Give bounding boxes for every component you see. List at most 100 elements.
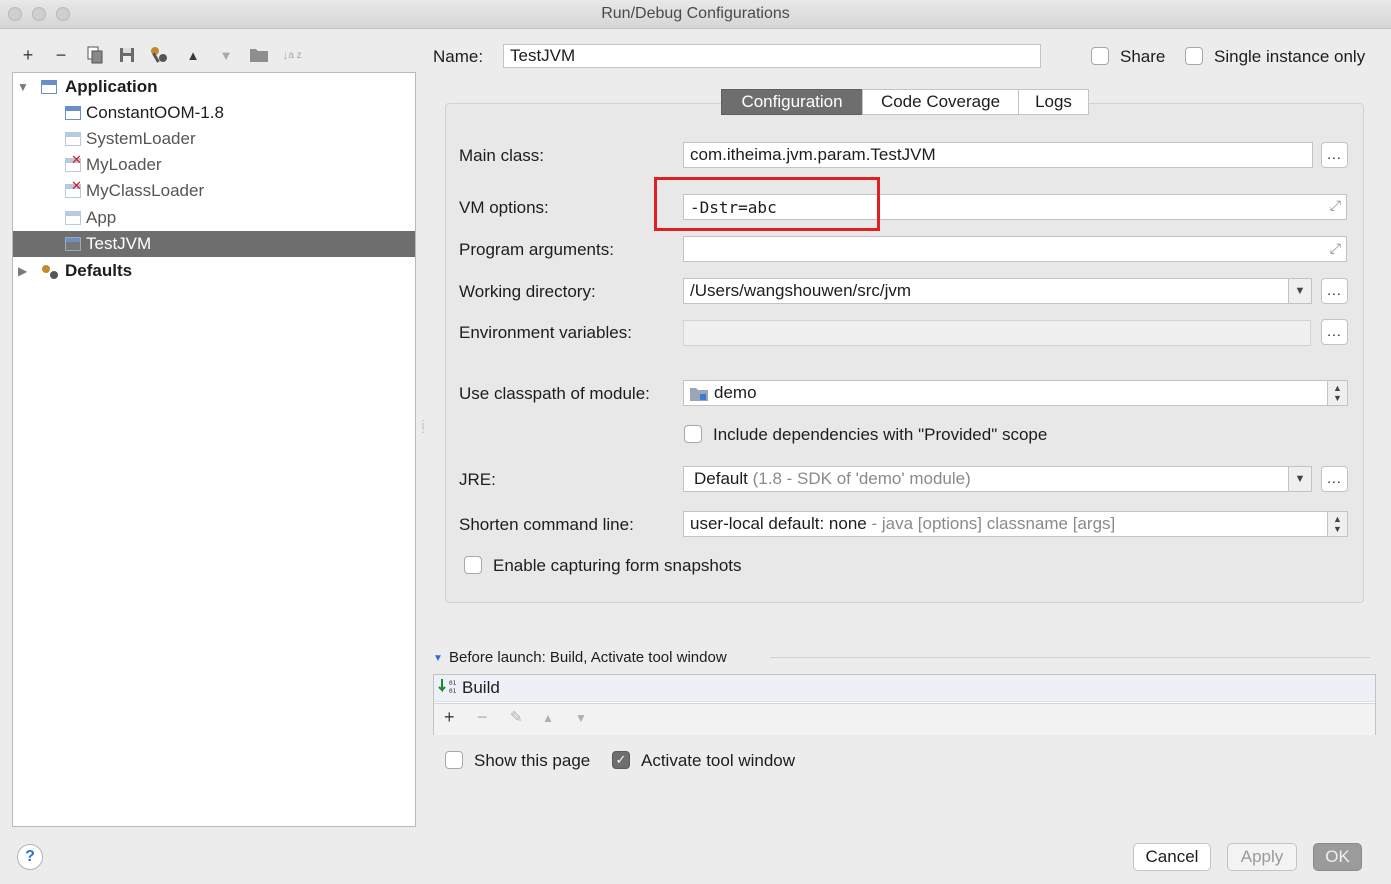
tab-code-coverage[interactable]: Code Coverage xyxy=(862,89,1019,115)
working-directory-label: Working directory: xyxy=(459,282,596,301)
chevron-down-icon[interactable]: ▼ xyxy=(1288,467,1311,491)
list-item[interactable]: 01 01 Build xyxy=(434,675,1375,702)
collapse-arrow-icon[interactable]: ▶ xyxy=(18,264,27,278)
enable-snapshots-checkbox[interactable] xyxy=(464,556,482,574)
error-x-icon: ✕ xyxy=(71,152,82,167)
separator xyxy=(770,657,1370,658)
application-folder-icon xyxy=(41,80,57,94)
chevron-down-icon[interactable]: ▼ xyxy=(1288,279,1311,303)
remove-configuration-button[interactable]: − xyxy=(50,44,72,66)
move-down-button[interactable]: ▼ xyxy=(215,44,237,66)
include-provided-checkbox[interactable] xyxy=(684,425,702,443)
move-task-down-button[interactable]: ▼ xyxy=(575,711,587,725)
single-instance-checkbox[interactable] xyxy=(1185,47,1203,65)
wrench-icon[interactable] xyxy=(148,44,170,66)
select-arrows-icon[interactable]: ▲ ▼ xyxy=(1327,512,1347,536)
wrench-icon xyxy=(40,263,58,279)
application-config-icon xyxy=(65,106,81,120)
move-task-up-button[interactable]: ▲ xyxy=(542,711,554,725)
jre-browse-button[interactable]: ... xyxy=(1321,466,1348,492)
apply-button[interactable]: Apply xyxy=(1227,843,1297,871)
environment-variables-edit-button[interactable]: ... xyxy=(1321,319,1348,345)
copy-configuration-icon[interactable] xyxy=(84,44,106,66)
vm-options-label: VM options: xyxy=(459,198,549,217)
expand-icon[interactable]: ⤢ xyxy=(1330,198,1341,214)
jre-value: Default xyxy=(694,469,748,488)
activate-tool-window-label: Activate tool window xyxy=(641,751,796,770)
configuration-tree[interactable]: ▼ Application ConstantOOM-1.8 SystemLoad… xyxy=(12,72,416,827)
tree-node-label: MyLoader xyxy=(86,155,162,174)
shorten-command-line-label: Shorten command line: xyxy=(459,515,634,534)
environment-variables-input[interactable] xyxy=(683,320,1311,346)
share-checkbox[interactable] xyxy=(1091,47,1109,65)
sort-icon[interactable]: ↓ a z xyxy=(281,44,303,66)
window-title: Run/Debug Configurations xyxy=(601,5,790,22)
before-launch-item-label: Build xyxy=(462,678,500,697)
title-bar: Run/Debug Configurations xyxy=(0,0,1391,29)
tree-node-testjvm[interactable]: TestJVM xyxy=(13,231,415,257)
tree-node-application[interactable]: ▼ Application xyxy=(13,74,415,100)
tree-node-app[interactable]: App xyxy=(13,205,415,231)
environment-variables-label: Environment variables: xyxy=(459,323,632,342)
show-this-page-checkbox[interactable] xyxy=(445,751,463,769)
before-launch-list[interactable]: 01 01 Build + − ✎ ▲ ▼ xyxy=(433,674,1376,735)
add-configuration-button[interactable]: + xyxy=(17,44,39,66)
name-input[interactable]: TestJVM xyxy=(503,44,1041,68)
error-x-icon: ✕ xyxy=(71,178,82,193)
tab-logs[interactable]: Logs xyxy=(1018,89,1089,115)
save-configuration-icon[interactable] xyxy=(116,44,138,66)
main-class-label: Main class: xyxy=(459,146,545,165)
tree-node-label: SystemLoader xyxy=(86,129,196,148)
shorten-hint: - java [options] classname [args] xyxy=(871,514,1116,533)
splitter-handle[interactable]: ⋮ ⋮ xyxy=(418,420,428,442)
expand-arrow-icon[interactable]: ▼ xyxy=(17,80,29,94)
include-provided-label: Include dependencies with "Provided" sco… xyxy=(713,425,1048,444)
remove-task-button[interactable]: − xyxy=(477,707,488,728)
before-launch-toolbar: + − ✎ ▲ ▼ xyxy=(434,703,1375,735)
classpath-module-select[interactable]: demo ▲ ▼ xyxy=(683,380,1348,406)
tree-node-label: Application xyxy=(65,77,158,96)
svg-text:01: 01 xyxy=(449,680,457,687)
classpath-module-value: demo xyxy=(714,383,757,402)
tree-node-label: MyClassLoader xyxy=(86,181,205,200)
jre-combo[interactable]: Default (1.8 - SDK of 'demo' module) ▼ xyxy=(683,466,1312,492)
tree-node-myloader[interactable]: ✕ MyLoader xyxy=(13,152,415,178)
before-launch-collapse-icon[interactable]: ▼ xyxy=(433,653,443,664)
add-task-button[interactable]: + xyxy=(444,707,455,728)
jre-label: JRE: xyxy=(459,470,496,489)
main-class-browse-button[interactable]: ... xyxy=(1321,142,1348,168)
tree-node-label: App xyxy=(86,208,117,227)
help-button[interactable]: ? xyxy=(17,844,43,870)
main-class-input[interactable]: com.itheima.jvm.param.TestJVM xyxy=(683,142,1313,168)
enable-snapshots-label: Enable capturing form snapshots xyxy=(493,556,742,575)
move-up-button[interactable]: ▲ xyxy=(182,44,204,66)
working-directory-combo[interactable]: /Users/wangshouwen/src/jvm ▼ xyxy=(683,278,1312,304)
edit-task-button[interactable]: ✎ xyxy=(510,708,523,726)
ok-button[interactable]: OK xyxy=(1313,843,1362,871)
expand-icon[interactable]: ⤢ xyxy=(1330,240,1341,257)
tree-node-systemloader[interactable]: SystemLoader xyxy=(13,126,415,152)
tree-node-defaults[interactable]: ▶ Defaults xyxy=(13,258,415,284)
application-config-faded-icon xyxy=(65,211,81,225)
highlight-box xyxy=(654,177,880,231)
module-icon xyxy=(690,386,708,401)
tree-node-label: Defaults xyxy=(65,261,133,280)
select-arrows-icon[interactable]: ▲ ▼ xyxy=(1327,381,1347,405)
cancel-button[interactable]: Cancel xyxy=(1133,843,1211,871)
activate-tool-window-checkbox[interactable]: ✓ xyxy=(612,751,630,769)
tree-node-constantoom[interactable]: ConstantOOM-1.8 xyxy=(13,100,415,126)
show-this-page-label: Show this page xyxy=(474,751,591,770)
before-launch-title: Before launch: Build, Activate tool wind… xyxy=(449,649,727,666)
program-arguments-input[interactable]: ⤢ xyxy=(683,236,1347,262)
tree-node-label: ConstantOOM-1.8 xyxy=(86,103,224,122)
program-arguments-label: Program arguments: xyxy=(459,240,614,259)
jre-hint: (1.8 - SDK of 'demo' module) xyxy=(752,469,971,488)
tree-node-myclassloader[interactable]: ✕ MyClassLoader xyxy=(13,178,415,204)
working-directory-browse-button[interactable]: ... xyxy=(1321,278,1348,304)
tab-configuration[interactable]: Configuration xyxy=(721,89,863,115)
build-icon: 01 01 xyxy=(438,678,458,701)
tree-node-label: TestJVM xyxy=(86,234,152,253)
folder-icon[interactable] xyxy=(248,44,270,66)
application-config-faded-icon xyxy=(65,132,81,146)
shorten-command-line-select[interactable]: user-local default: none - java [options… xyxy=(683,511,1348,537)
